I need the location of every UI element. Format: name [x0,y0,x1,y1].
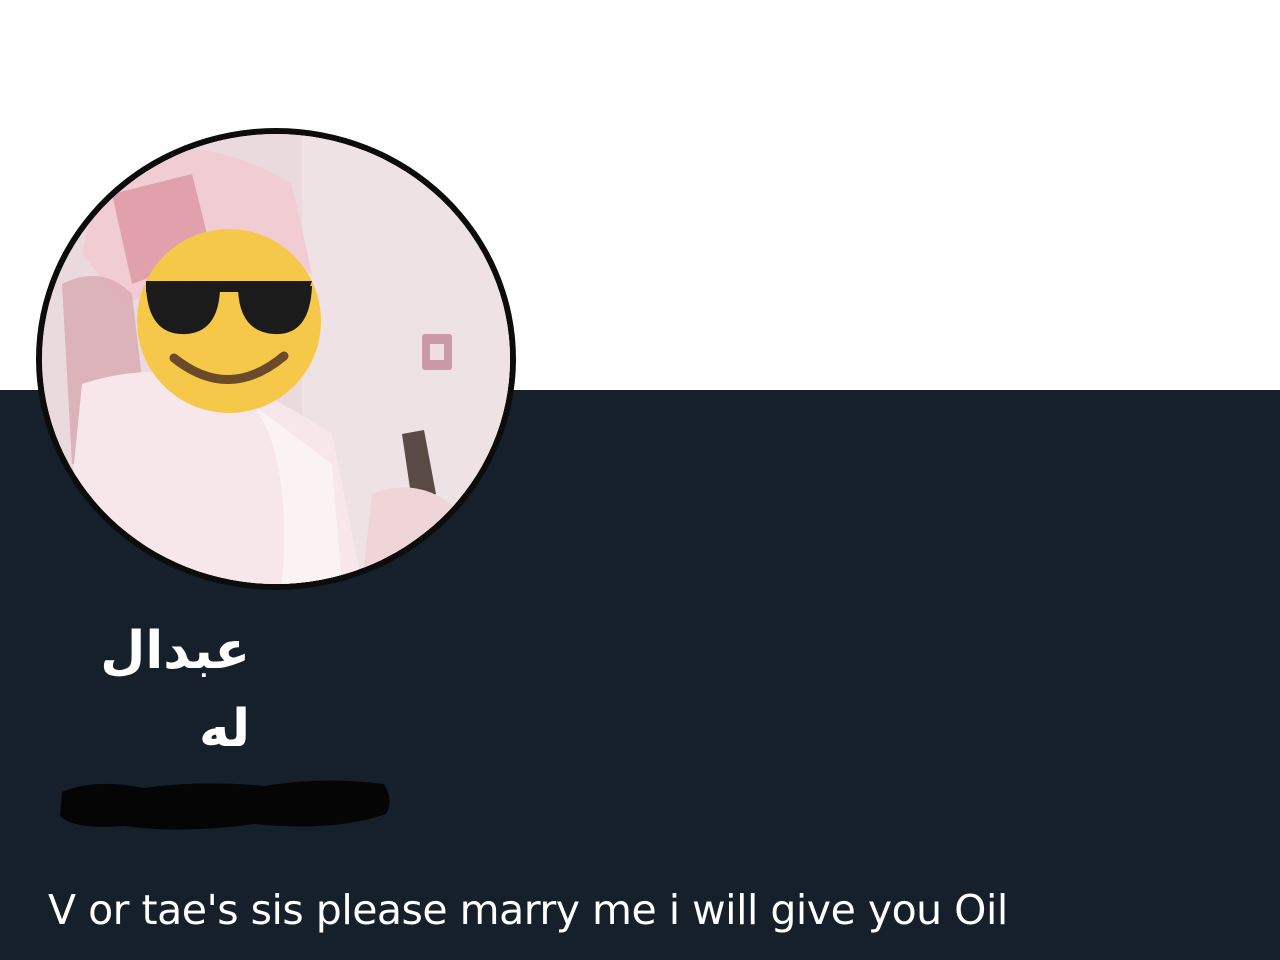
profile-display-name: عبدال له [60,612,250,768]
profile-bio: V or tae's sis please marry me i will gi… [48,886,1008,934]
smiling-face-with-sunglasses-icon [137,229,321,413]
redacted-handle [60,780,390,830]
display-name-line-1: عبدال [100,621,250,681]
display-name-line-2: له [198,699,250,759]
profile-screen: عبدال له V or tae's sis please marry me … [0,0,1280,960]
profile-avatar[interactable] [36,128,516,590]
